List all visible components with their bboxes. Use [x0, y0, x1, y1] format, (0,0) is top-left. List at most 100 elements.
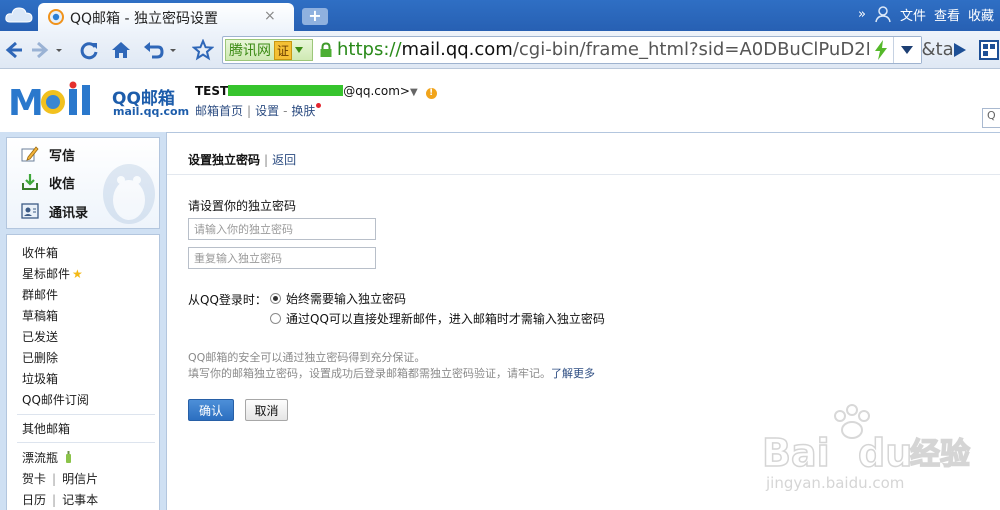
address-dropdown-icon[interactable]: [901, 46, 913, 54]
title-divider: [167, 174, 1000, 175]
cards-row: 贺卡 | 明信片: [22, 470, 98, 487]
address-book-icon: [21, 203, 39, 219]
compose-label: 写信: [49, 148, 76, 164]
item-separator: |: [52, 493, 57, 507]
page-title-text: 设置独立密码: [188, 153, 261, 167]
browser-menu: » 文件 查看 收藏: [858, 4, 1000, 24]
remember-note-text: 填写你的邮箱独立密码，设置成功后登录邮箱都需独立密码验证，请牢记。: [188, 367, 551, 380]
inbox-download-icon: [22, 174, 38, 190]
logo-text-en: mail.qq.com: [113, 105, 190, 118]
address-bar[interactable]: 腾讯网 证 https://mail.qq.com/cgi-bin/frame_…: [222, 36, 954, 64]
title-separator: |: [264, 153, 269, 167]
mail-home-link[interactable]: 邮箱首页: [195, 104, 243, 118]
cancel-button[interactable]: 取消: [245, 399, 288, 421]
warning-icon[interactable]: !: [425, 88, 437, 99]
link-separator: |: [247, 104, 252, 118]
radio-selected[interactable]: [270, 293, 281, 304]
home-icon[interactable]: [110, 39, 132, 61]
item-separator: |: [52, 472, 57, 486]
verified-site-badge[interactable]: 腾讯网 证: [225, 39, 313, 61]
site-badge-label: 腾讯网: [229, 43, 271, 59]
lightning-icon[interactable]: [873, 40, 889, 60]
learn-more-link[interactable]: 了解更多: [551, 367, 595, 380]
mail-search-input[interactable]: Q: [982, 108, 1000, 128]
penguin-watermark-icon: [103, 164, 155, 224]
sidebar-divider: [17, 442, 155, 443]
menu-overflow-icon[interactable]: »: [858, 7, 866, 22]
option-always-label: 始终需要输入独立密码: [286, 292, 407, 306]
folder-subscription[interactable]: QQ邮件订阅: [22, 391, 89, 408]
tab-close-icon[interactable]: ×: [264, 8, 276, 24]
go-arrow-icon[interactable]: [948, 39, 970, 61]
badge-dropdown-icon: [295, 47, 304, 53]
browser-tab-active[interactable]: QQ邮箱 - 独立密码设置 ×: [38, 3, 294, 31]
lock-icon: [320, 42, 332, 57]
confirm-password-input[interactable]: [188, 247, 376, 269]
set-password-label: 请设置你的独立密码: [188, 199, 297, 213]
folder-starred[interactable]: 星标邮件 ★: [22, 265, 83, 282]
browser-toolbar: 腾讯网 证 https://mail.qq.com/cgi-bin/frame_…: [0, 31, 1000, 69]
account-name[interactable]: TEST @qq.com>▼!: [195, 84, 437, 99]
notebook-link[interactable]: 记事本: [62, 493, 98, 507]
user-icon[interactable]: [874, 5, 892, 23]
back-link[interactable]: 返回: [272, 153, 296, 167]
settings-link[interactable]: 设置: [255, 104, 279, 118]
tools-row: 日历 | 记事本: [22, 491, 98, 508]
browser-tab-bar: QQ邮箱 - 独立密码设置 × + » 文件 查看 收藏: [0, 0, 1000, 31]
url-text: https://mail.qq.com/cgi-bin/frame_html?s…: [337, 39, 954, 60]
change-skin-link[interactable]: 换肤: [291, 104, 315, 118]
address-actions: [869, 37, 921, 63]
calendar-link[interactable]: 日历: [22, 493, 46, 507]
folder-inbox[interactable]: 收件箱: [22, 244, 58, 261]
radio-unselected[interactable]: [270, 313, 281, 324]
folder-list: 收件箱 星标邮件 ★ 群邮件 草稿箱 已发送 已删除 垃圾箱 QQ邮件订阅 其他邮…: [6, 234, 160, 510]
receive-label: 收信: [49, 176, 76, 192]
refresh-icon[interactable]: [78, 39, 100, 61]
new-badge-dot: [316, 103, 322, 108]
watermark-brand: Bai: [762, 431, 830, 475]
menu-favorites[interactable]: 收藏: [968, 5, 994, 24]
new-tab-button[interactable]: +: [302, 8, 328, 25]
folder-spam[interactable]: 垃圾箱: [22, 370, 58, 387]
favorite-star-icon[interactable]: [192, 39, 214, 61]
drift-bottle[interactable]: 漂流瓶: [22, 449, 72, 466]
menu-view[interactable]: 查看: [934, 5, 960, 24]
security-note: QQ邮箱的安全可以通过独立密码得到充分保证。: [188, 351, 426, 364]
watermark-brand-du: du: [858, 431, 912, 475]
folder-drafts[interactable]: 草稿箱: [22, 307, 58, 324]
other-mailbox[interactable]: 其他邮箱: [22, 420, 70, 437]
folder-sent[interactable]: 已发送: [22, 328, 58, 345]
sidebar-divider: [17, 414, 155, 415]
bottle-icon: [65, 451, 71, 463]
apps-grid-icon[interactable]: [978, 39, 1000, 61]
qq-mail-logo-icon[interactable]: M: [8, 81, 108, 119]
password-input[interactable]: [188, 218, 376, 240]
contacts-button[interactable]: 通讯录: [21, 200, 88, 222]
menu-file[interactable]: 文件: [900, 5, 926, 24]
star-icon: ★: [72, 267, 83, 281]
history-dropdown-icon[interactable]: [54, 39, 64, 61]
cloud-icon[interactable]: [4, 4, 34, 26]
link-dash: -: [283, 104, 288, 118]
greeting-card-link[interactable]: 贺卡: [22, 472, 46, 486]
option-always-require[interactable]: 始终需要输入独立密码: [270, 290, 406, 307]
account-domain: @qq.com>: [343, 84, 410, 98]
compose-button[interactable]: 写信: [21, 143, 75, 165]
option-qq-direct-label: 通过QQ可以直接处理新邮件，进入邮箱时才需输入独立密码: [286, 312, 605, 326]
account-dropdown-icon[interactable]: ▼: [410, 87, 418, 98]
postcard-link[interactable]: 明信片: [62, 472, 98, 486]
back-arrow-icon[interactable]: [2, 39, 24, 61]
baidu-jingyan-watermark: Bai du 经验 jingyan.baidu.com: [761, 404, 971, 492]
redacted-account-mask: [228, 85, 344, 96]
option-qq-direct[interactable]: 通过QQ可以直接处理新邮件，进入邮箱时才需输入独立密码: [270, 310, 605, 327]
folder-deleted[interactable]: 已删除: [22, 349, 58, 366]
certificate-badge: 证: [274, 40, 293, 60]
receive-button[interactable]: 收信: [21, 171, 75, 193]
url-host: mail.qq.com: [401, 39, 513, 60]
undo-icon[interactable]: [142, 39, 164, 61]
forward-arrow-icon[interactable]: [30, 39, 52, 61]
undo-dropdown-icon[interactable]: [168, 39, 178, 61]
confirm-button[interactable]: 确认: [188, 399, 234, 421]
folder-group[interactable]: 群邮件: [22, 286, 58, 303]
account-prefix: TEST: [195, 84, 229, 98]
